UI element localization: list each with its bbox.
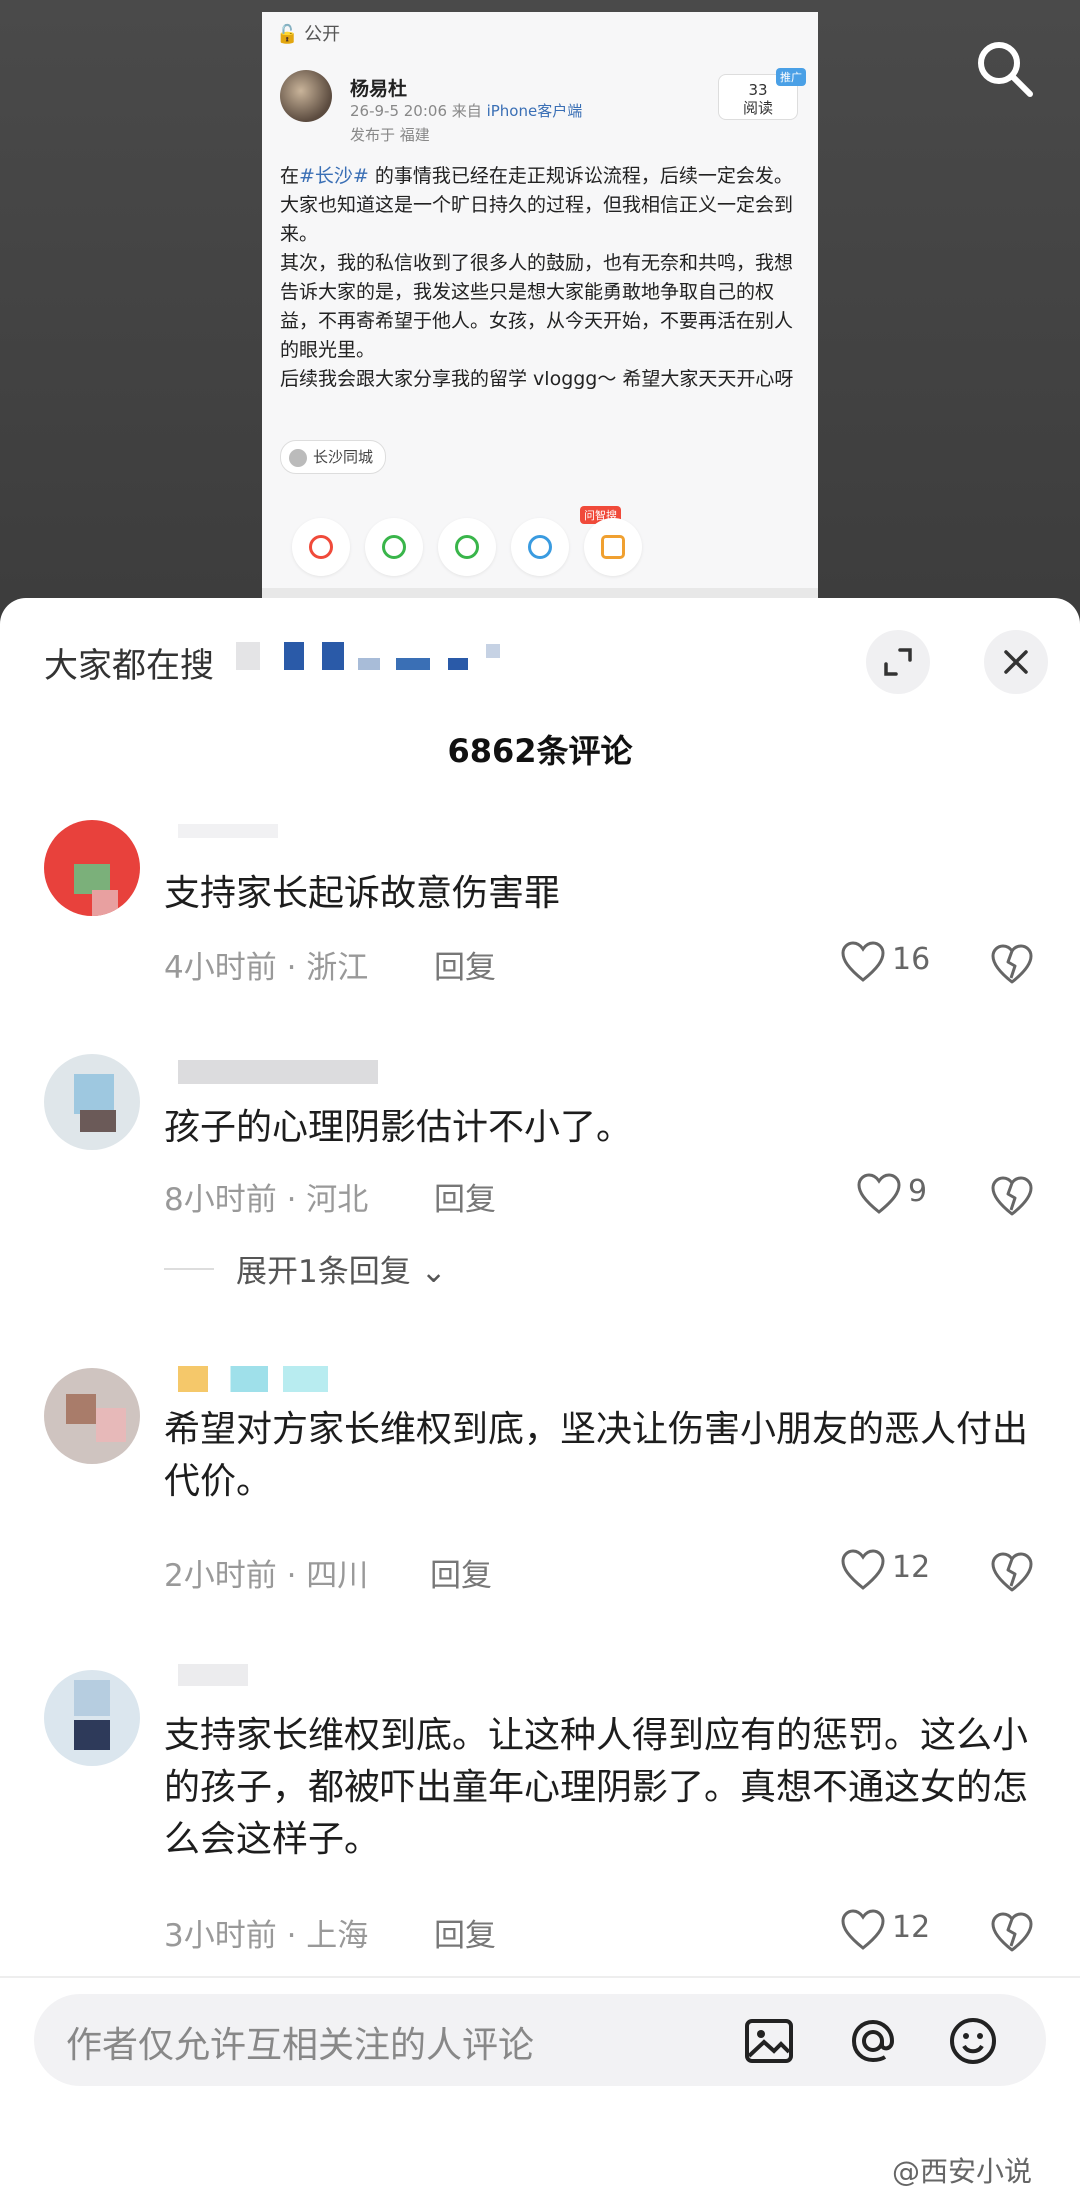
comment-text: 支持家长起诉故意伤害罪 [164,873,561,914]
post-location: 发布于 福建 [350,126,430,144]
like-count: 12 [892,1550,931,1585]
like-button[interactable]: 12 [840,1908,960,1952]
post-meta: 26-9-5 20:06 来自 iPhone客户端 [350,102,583,120]
divider [164,1268,214,1270]
avatar[interactable] [44,1368,140,1464]
post-body: 在#长沙# 的事情我已经在走正规诉讼流程，后续一定会发。大家也知道这是一个旷日持… [280,165,794,390]
comment-time-location: 3小时前 · 上海 [164,1918,369,1954]
heart-icon [857,1173,901,1214]
comment-input-placeholder: 作者仅允许互相关注的人评论 [66,2025,535,2066]
dislike-icon[interactable] [990,1910,1034,1954]
redacted-block [486,644,500,658]
topic-icon [289,448,307,467]
heart-icon [841,941,885,982]
comment-text: 孩子的心理阴影估计不小了。 [164,1107,633,1148]
lock-icon: 🔓 [276,24,299,45]
reply-button[interactable]: 回复 [434,942,496,987]
comment-text: 希望对方家长维权到底，坚决让伤害小朋友的恶人付出代价。 [164,1409,1029,1502]
redacted-block [396,658,430,670]
share-moments-icon[interactable] [438,518,496,576]
watermark: @西安小说 [892,2155,1033,2188]
redacted-username[interactable] [178,1664,248,1686]
embedded-post-card: 🔓 公开 杨易杜 26-9-5 20:06 来自 iPhone客户端 发布于 福… [262,12,818,598]
dislike-icon[interactable] [990,942,1034,986]
comment-time-location: 2小时前 · 四川 [164,1558,369,1594]
redacted-block [448,658,468,670]
close-icon[interactable] [984,630,1048,694]
redacted-username[interactable] [178,824,278,838]
footer-divider [0,1976,1080,1978]
reply-button[interactable]: 回复 [430,1550,492,1595]
dislike-icon[interactable] [990,1174,1034,1218]
promo-badge: 推广 [776,68,806,86]
redacted-username[interactable] [178,1060,378,1084]
redacted-block [236,642,260,670]
like-button[interactable]: 12 [840,1548,960,1592]
reply-button[interactable]: 回复 [434,1910,496,1955]
post-avatar [280,70,332,122]
redacted-username[interactable] [178,1366,328,1392]
heart-icon [841,1909,885,1950]
heart-icon [841,1549,885,1590]
share-wechat-icon[interactable] [365,518,423,576]
like-button[interactable]: 9 [856,1172,976,1216]
card-divider [262,588,818,598]
emoji-icon[interactable] [946,2014,1000,2068]
like-button[interactable]: 16 [840,940,960,984]
comment-sheet: 大家都在搜 6862条评论 支持家长起诉故意伤害罪 4小时前 · 浙江 回复 1… [0,598,1080,2193]
like-count: 16 [892,942,931,977]
dislike-icon[interactable] [990,1550,1034,1594]
comment-time-location: 4小时前 · 浙江 [164,950,369,986]
like-count: 12 [892,1910,931,1945]
redacted-block [358,658,380,670]
share-qq-icon[interactable] [511,518,569,576]
expand-icon[interactable] [866,630,930,694]
share-image-icon[interactable] [584,518,642,576]
comment-input[interactable]: 作者仅允许互相关注的人评论 [34,1994,1046,2086]
comment-count: 6862条评论 [447,732,633,770]
search-icon[interactable] [972,36,1036,100]
mention-icon[interactable] [846,2014,900,2068]
image-icon[interactable] [742,2014,796,2068]
avatar[interactable] [44,1670,140,1766]
share-search-icon[interactable] [292,518,350,576]
comment-time-location: 8小时前 · 河北 [164,1182,369,1218]
like-count: 9 [908,1174,928,1209]
chevron-down-icon: ⌄ [420,1254,447,1290]
topic-chip[interactable]: 长沙同城 [280,440,387,474]
avatar[interactable] [44,1054,140,1150]
comment-text: 支持家长维权到底。让这种人得到应有的惩罚。这么小的孩子，都被吓出童年心理阴影了。… [164,1715,1029,1860]
sheet-title: 大家都在搜 [44,646,214,686]
avatar[interactable] [44,820,140,916]
redacted-block [322,642,344,670]
visibility-label: 🔓 公开 [276,24,341,45]
redacted-block [284,642,304,670]
reply-button[interactable]: 回复 [434,1174,496,1219]
post-username: 杨易杜 [350,78,408,100]
